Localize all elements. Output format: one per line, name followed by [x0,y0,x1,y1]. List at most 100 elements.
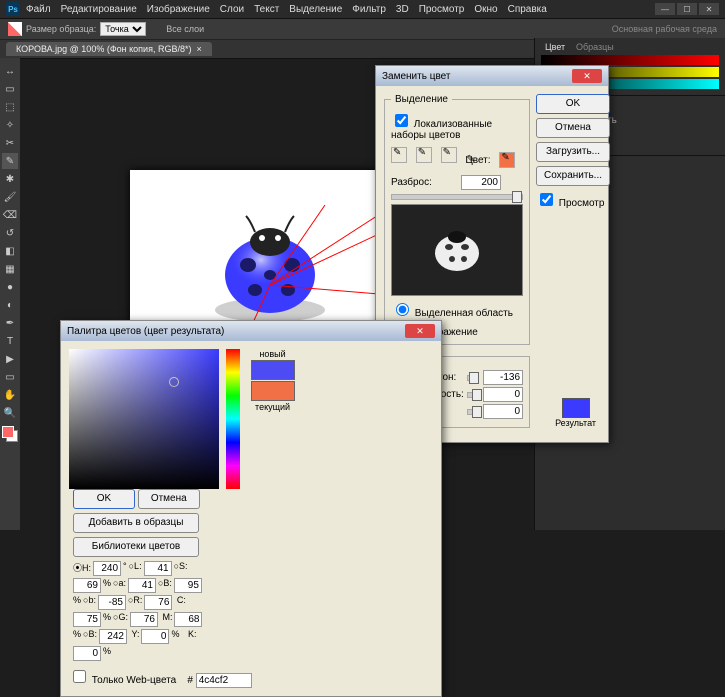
lasso-tool[interactable]: ⬚ [2,99,18,115]
ok-button[interactable]: OK [536,94,610,114]
eyedropper-add-icon[interactable] [416,147,432,163]
fuzziness-field[interactable] [461,175,501,190]
picker-cancel[interactable]: Отмена [138,489,200,509]
zoom-tool[interactable]: 🔍 [2,405,18,421]
bb-field[interactable] [98,595,126,610]
blur-tool[interactable]: ● [2,279,18,295]
c-field[interactable] [73,612,101,627]
sel-radio[interactable] [396,303,409,316]
eraser-tool[interactable]: ◧ [2,243,18,259]
eyedropper-tool[interactable]: ✎ [2,153,18,169]
preview-check[interactable] [540,193,553,206]
picker-titlebar[interactable]: Палитра цветов (цвет результата) ✕ [61,321,441,341]
pen-tool[interactable]: ✒ [2,315,18,331]
menu-image[interactable]: Изображение [147,4,210,15]
result-color-swatch[interactable] [562,398,590,418]
color-libs[interactable]: Библиотеки цветов [73,537,199,557]
shape-tool[interactable]: ▭ [2,369,18,385]
crop-tool[interactable]: ✂ [2,135,18,151]
y-field[interactable] [141,629,169,644]
path-tool[interactable]: ▶ [2,351,18,367]
dialog-titlebar[interactable]: Заменить цвет ✕ [376,66,608,86]
g-field[interactable] [130,612,158,627]
menu-select[interactable]: Выделение [289,4,342,15]
sample-layers: Все слои [166,24,204,34]
b-field[interactable] [174,578,202,593]
sat-field[interactable] [483,387,523,402]
picker-close-icon[interactable]: ✕ [405,324,435,338]
color-spectrum[interactable] [69,349,219,489]
menubar: Ps Файл Редактирование Изображение Слои … [0,0,725,19]
lig-slider[interactable] [467,409,477,415]
marquee-tool[interactable]: ▭ [2,81,18,97]
workspace[interactable]: Основная рабочая среда [612,24,717,34]
hand-tool[interactable]: ✋ [2,387,18,403]
hex-field[interactable] [196,673,252,688]
options-bar: Размер образца: Точка Все слои Основная … [0,19,725,40]
selection-preview [391,204,523,296]
eyedropper-sub-icon[interactable] [441,147,457,163]
move-tool[interactable]: ↔ [2,63,18,79]
wand-tool[interactable]: ✧ [2,117,18,133]
picker-title: Палитра цветов (цвет результата) [67,326,224,337]
document-tab[interactable]: КОРОВА.jpg @ 100% (Фон копия, RGB/8*) × [6,42,212,56]
menu-help[interactable]: Справка [508,4,547,15]
dialog-title: Заменить цвет [382,71,450,82]
current-color[interactable] [251,381,295,401]
sample-size-label: Размер образца: [26,24,96,34]
gradient-tool[interactable]: ▦ [2,261,18,277]
color-tab[interactable]: Цвет [541,40,569,54]
ladybug-image [200,210,340,330]
dodge-tool[interactable]: ◐ [2,297,18,313]
m-field[interactable] [174,612,202,627]
type-tool[interactable]: T [2,333,18,349]
r-field[interactable] [144,595,172,610]
add-swatch[interactable]: Добавить в образцы [73,513,199,533]
hue-field[interactable] [483,370,523,385]
hue-strip[interactable] [226,349,240,489]
sampled-color[interactable] [8,22,22,36]
swatches-tab[interactable]: Образцы [572,40,618,54]
localized-check[interactable] [395,114,408,127]
menu-file[interactable]: Файл [26,4,51,15]
eyedropper-icon[interactable] [391,147,407,163]
heal-tool[interactable]: ✱ [2,171,18,187]
picker-ok[interactable]: OK [73,489,135,509]
load-button[interactable]: Загрузить... [536,142,610,162]
clone-tool[interactable]: ⌫ [2,207,18,223]
k-field[interactable] [73,646,101,661]
a-field[interactable] [128,578,156,593]
s-field[interactable] [73,578,101,593]
hue-slider[interactable] [467,375,477,381]
lig-field[interactable] [483,404,523,419]
menu-view[interactable]: Просмотр [419,4,465,15]
sample-size-select[interactable]: Точка [100,22,146,36]
menu-layer[interactable]: Слои [220,4,244,15]
cancel-button[interactable]: Отмена [536,118,610,138]
h-field[interactable] [93,561,121,576]
menu-window[interactable]: Окно [474,4,497,15]
maximize-icon[interactable]: ☐ [677,3,697,15]
app-logo: Ps [6,2,20,16]
history-brush-tool[interactable]: ↺ [2,225,18,241]
tool-panel: ↔ ▭ ⬚ ✧ ✂ ✎ ✱ 🖌 ⌫ ↺ ◧ ▦ ● ◐ ✒ T ▶ ▭ ✋ 🔍 [0,58,20,530]
menu-edit[interactable]: Редактирование [61,4,137,15]
color-swatches[interactable] [2,426,18,442]
menu-text[interactable]: Текст [254,4,279,15]
save-button[interactable]: Сохранить... [536,166,610,186]
menu-filter[interactable]: Фильтр [352,4,386,15]
fuzziness-slider[interactable] [391,194,523,200]
new-color[interactable] [251,360,295,380]
l-field[interactable] [144,561,172,576]
source-color-swatch[interactable] [499,152,515,168]
bv-field[interactable] [99,629,127,644]
color-picker-dialog: Палитра цветов (цвет результата) ✕ новый… [60,320,442,697]
web-only-check[interactable] [73,670,86,683]
sat-slider[interactable] [467,392,477,398]
menu-3d[interactable]: 3D [396,4,409,15]
close-icon[interactable]: ✕ [699,3,719,15]
brush-tool[interactable]: 🖌 [2,189,18,205]
selection-group: Выделение Локализованные наборы цветов Ц… [384,94,530,345]
minimize-icon[interactable]: — [655,3,675,15]
dialog-close-icon[interactable]: ✕ [572,69,602,83]
